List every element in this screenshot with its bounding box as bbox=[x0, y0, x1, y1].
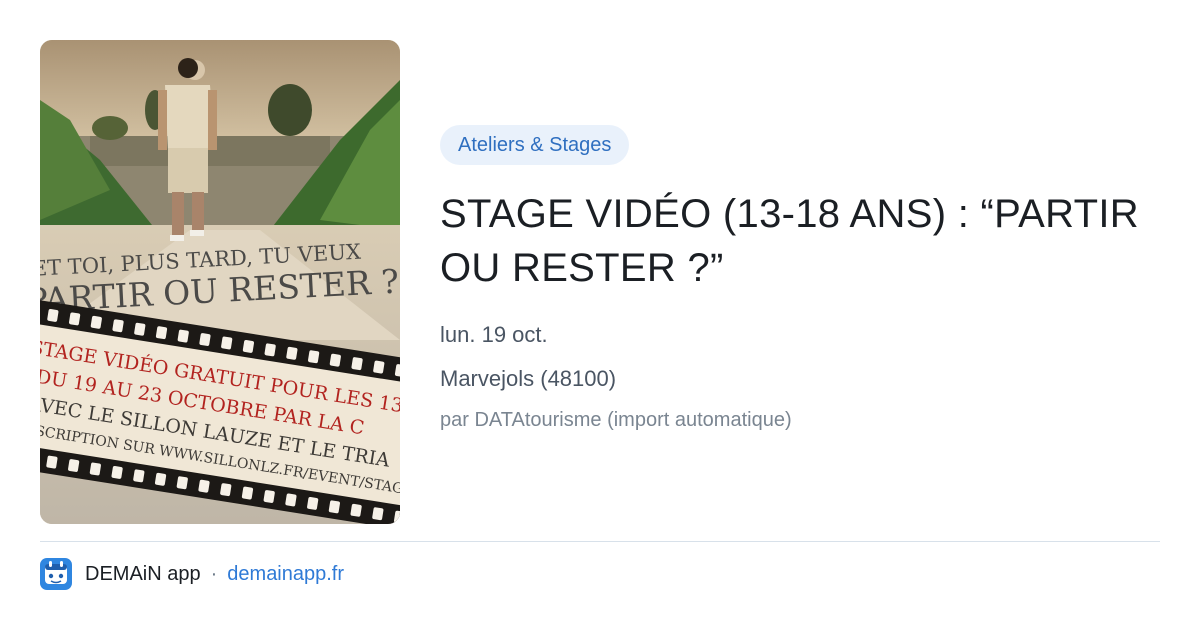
event-location: Marvejols (48100) bbox=[440, 366, 617, 391]
event-source: par DATAtourisme (import automatique) bbox=[440, 409, 792, 431]
footer-separator: · bbox=[210, 562, 218, 585]
app-domain-link[interactable]: demainapp.fr bbox=[227, 563, 344, 586]
app-name: DEMAiN app bbox=[85, 562, 201, 585]
event-poster-image[interactable]: ET TOI, PLUS TARD, TU VEUX PARTIR OU RES… bbox=[40, 40, 400, 524]
event-title[interactable]: STAGE VIDÉO (13-18 ANS) : “PARTIR OU RES… bbox=[440, 187, 1160, 295]
event-poster-illustration: ET TOI, PLUS TARD, TU VEUX PARTIR OU RES… bbox=[40, 40, 400, 524]
footer-divider bbox=[40, 541, 1160, 542]
event-share-card: ET TOI, PLUS TARD, TU VEUX PARTIR OU RES… bbox=[0, 0, 1200, 630]
event-date: lun. 19 oct. bbox=[440, 322, 548, 347]
demain-app-logo-icon[interactable] bbox=[40, 558, 72, 590]
category-badge[interactable]: Ateliers & Stages bbox=[440, 125, 630, 165]
footer: DEMAiN app · demainapp.fr bbox=[40, 558, 344, 590]
event-info: Ateliers & Stages STAGE VIDÉO (13-18 ANS… bbox=[440, 125, 1160, 433]
